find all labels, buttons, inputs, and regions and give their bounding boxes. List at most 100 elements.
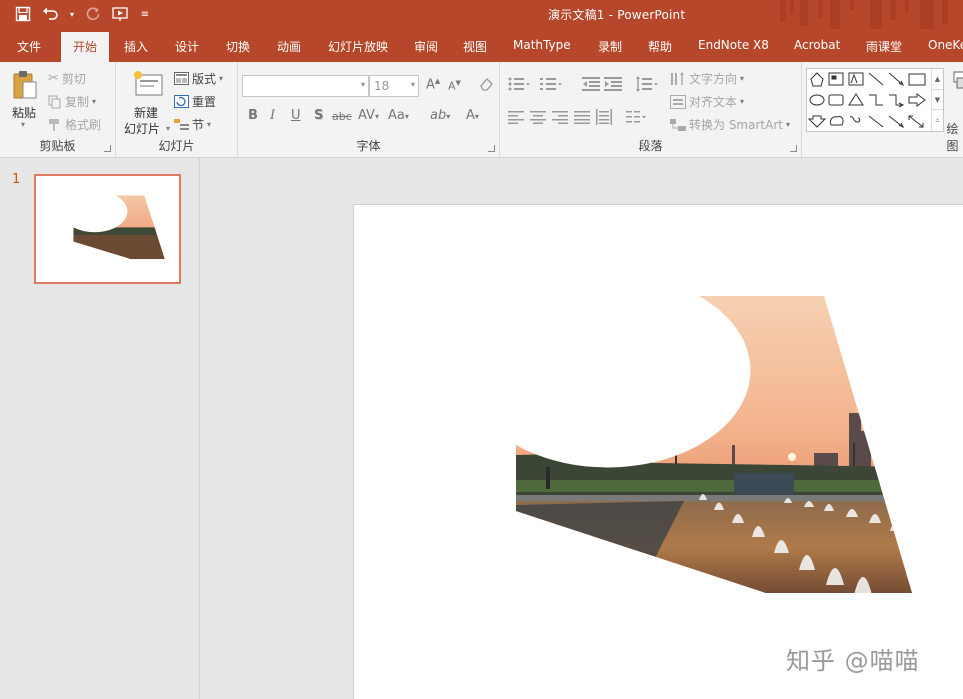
clipboard-group-label: 剪贴板 [39, 139, 76, 153]
numbering-icon[interactable] [540, 76, 562, 92]
slide-thumbnail[interactable] [34, 174, 181, 284]
align-left-icon[interactable] [508, 110, 524, 124]
shadow-button[interactable]: S [314, 108, 323, 123]
tab-view[interactable]: 视图 [463, 38, 487, 55]
cropped-sunset-photo[interactable] [354, 205, 963, 699]
font-group-label: 字体 [356, 139, 381, 153]
tab-transitions[interactable]: 切换 [226, 38, 250, 55]
decrease-indent-icon[interactable] [582, 76, 600, 92]
smartart-icon [670, 118, 686, 131]
align-right-icon[interactable] [552, 110, 568, 124]
watermark-text: 知乎 @喵喵 [786, 647, 920, 675]
reset-label: 重置 [192, 95, 217, 109]
paste-button[interactable]: 粘贴 ▾ [8, 68, 42, 134]
tab-insert[interactable]: 插入 [124, 38, 148, 55]
title-bar-pattern-icon [780, 0, 948, 29]
align-text-button[interactable]: 对齐文本 ▾ [670, 93, 744, 110]
tab-acrobat[interactable]: Acrobat [794, 38, 840, 52]
gallery-scroll-up-icon[interactable]: ▲ [931, 69, 943, 89]
tab-animations[interactable]: 动画 [277, 38, 301, 55]
grow-font-button[interactable]: A▲ [426, 77, 440, 92]
start-from-beginning-icon[interactable] [110, 4, 132, 24]
clipboard-launcher-icon[interactable] [104, 145, 111, 152]
drawing-group-label: 绘图 [946, 122, 959, 153]
copy-button[interactable]: 复制 ▾ [48, 93, 96, 110]
undo-icon[interactable] [40, 4, 62, 24]
reset-icon [174, 95, 189, 108]
tab-review[interactable]: 审阅 [414, 38, 438, 55]
save-icon[interactable] [12, 4, 34, 24]
align-text-dropdown-icon: ▾ [740, 97, 745, 106]
format-painter-label: 格式刷 [65, 118, 102, 132]
gallery-scroll-down-icon[interactable]: ▼ [931, 89, 943, 109]
underline-button[interactable]: U [291, 108, 301, 123]
font-size-value: 18 [374, 79, 390, 93]
clear-formatting-button[interactable] [478, 76, 494, 96]
font-size-combobox[interactable]: 18 ▾ [369, 75, 419, 97]
section-icon [174, 119, 189, 130]
change-case-button[interactable]: Aa▾ [388, 108, 409, 123]
text-direction-button[interactable]: 文字方向 ▾ [670, 70, 744, 87]
distributed-icon[interactable] [596, 109, 612, 125]
align-center-icon[interactable] [530, 110, 546, 124]
eraser-icon [480, 78, 493, 91]
highlight-dropdown-icon: ▾ [446, 112, 451, 121]
cut-label: 剪切 [61, 72, 86, 86]
undo-dropdown-icon[interactable]: ▾ [68, 4, 76, 24]
paste-icon [13, 71, 37, 99]
cut-button[interactable]: ✂ 剪切 [48, 70, 86, 87]
highlight-button[interactable]: ab▾ [430, 108, 450, 123]
tab-yuketang[interactable]: 雨课堂 [866, 38, 902, 55]
paintbrush-icon [49, 118, 59, 131]
bold-button[interactable]: B [248, 108, 258, 123]
tab-home[interactable]: 开始 [61, 32, 110, 62]
customize-qat-icon[interactable]: ≡ [138, 4, 152, 24]
slide-thumbnail-pane: 1 [0, 158, 200, 699]
tab-record[interactable]: 录制 [598, 38, 622, 55]
align-text-icon [670, 94, 686, 109]
redo-icon[interactable] [82, 4, 104, 24]
increase-indent-icon[interactable] [604, 76, 622, 92]
font-group: ▾ 18 ▾ A▲ A▼ B I U S abc AV▾ Aa▾ ab▾ A▾ … [238, 62, 500, 157]
convert-smartart-dropdown-icon: ▾ [785, 120, 790, 129]
tab-onekey[interactable]: OneKe [928, 38, 963, 52]
shrink-font-label: A [448, 79, 456, 93]
tab-design[interactable]: 设计 [175, 38, 199, 55]
section-label: 节 [192, 118, 205, 132]
tab-mathtype[interactable]: MathType [513, 38, 571, 52]
font-color-button[interactable]: A▾ [466, 108, 479, 123]
tab-file[interactable]: 文件 [17, 38, 41, 55]
tab-help[interactable]: 帮助 [648, 38, 672, 55]
font-name-combobox[interactable]: ▾ [242, 75, 369, 97]
copy-dropdown-icon: ▾ [92, 97, 97, 106]
grow-font-label: A [426, 77, 435, 93]
paragraph-launcher-icon[interactable] [790, 145, 797, 152]
character-spacing-dropdown-icon: ▾ [374, 112, 379, 121]
format-painter-button[interactable]: 格式刷 [48, 116, 101, 133]
convert-smartart-button[interactable]: 转换为 SmartArt ▾ [670, 116, 790, 133]
shapes-gallery[interactable]: ▲ ▼ ⩡ [806, 68, 944, 132]
tab-slideshow[interactable]: 幻灯片放映 [328, 38, 388, 55]
reset-button[interactable]: 重置 [174, 93, 216, 110]
arrange-button[interactable] [952, 70, 963, 110]
slide-canvas[interactable] [353, 204, 963, 699]
line-spacing-icon[interactable] [636, 76, 658, 92]
character-spacing-button[interactable]: AV▾ [358, 108, 379, 123]
shrink-font-button[interactable]: A▼ [448, 79, 461, 93]
section-button[interactable]: 节 ▾ [174, 116, 211, 133]
convert-smartart-label: 转换为 SmartArt [689, 118, 783, 132]
justify-icon[interactable] [574, 110, 590, 124]
italic-button[interactable]: I [270, 108, 275, 123]
font-launcher-icon[interactable] [488, 145, 495, 152]
new-slide-button[interactable]: 新建 幻灯片 ▾ [122, 68, 172, 136]
slide-thumbnail-number: 1 [12, 172, 21, 187]
strikethrough-button[interactable]: abc [332, 110, 352, 123]
layout-button[interactable]: 版式 ▾ [174, 70, 223, 87]
clipboard-group: 粘贴 ▾ ✂ 剪切 复制 ▾ 格式刷 剪贴板 [0, 62, 116, 157]
text-direction-label: 文字方向 [689, 72, 738, 86]
columns-icon[interactable] [626, 110, 648, 124]
bullets-icon[interactable] [508, 76, 530, 92]
change-case-dropdown-icon: ▾ [404, 112, 409, 121]
tab-endnote[interactable]: EndNote X8 [698, 38, 769, 52]
text-direction-dropdown-icon: ▾ [740, 74, 745, 83]
